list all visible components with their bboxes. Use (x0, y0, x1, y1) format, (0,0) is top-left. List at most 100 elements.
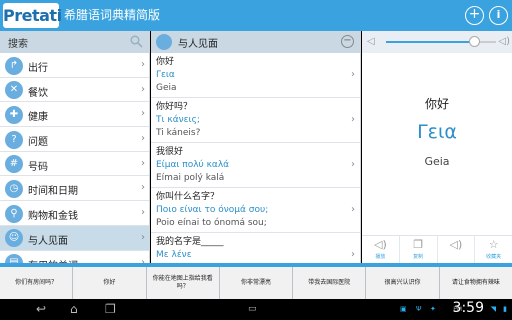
phrase-list-header: 与人见面 − (151, 31, 360, 53)
chevron-right-icon: › (141, 133, 145, 145)
quick-phrase-item[interactable]: 请让食物拥有辣味 (440, 267, 512, 299)
number-icon: # (5, 155, 23, 174)
slow-speaker-icon: ◁) (449, 238, 463, 251)
chevron-right-icon: › (141, 182, 145, 194)
usb-icon: Ψ (416, 305, 422, 313)
sidebar-item[interactable]: # 号码 › (0, 151, 149, 177)
quick-phrase-item[interactable]: 你能在地图上指给我看吗？ (147, 267, 220, 299)
sidebar-item-label: 问题 (28, 137, 48, 149)
quick-phrase-item[interactable]: 你好 (73, 267, 147, 299)
detail-action-label: 播放 (375, 254, 386, 260)
phrase-chinese: 你叫什么名字？ (156, 192, 220, 202)
chevron-right-icon: › (351, 69, 355, 80)
detail-action-button[interactable]: ❐ 复制 (400, 236, 438, 263)
collapse-icon[interactable]: − (341, 35, 354, 48)
phrase-row[interactable]: 你叫什么名字？ Ποιο είναι το όνομά σου; Poio eína… (151, 188, 360, 233)
volume-high-icon: ◁) (498, 36, 510, 47)
recent-apps-icon[interactable]: ❐ (105, 302, 116, 316)
info-circle-icon[interactable]: i (489, 6, 508, 25)
chevron-right-icon: › (141, 231, 145, 243)
chevron-right-icon: › (351, 204, 355, 215)
search-bar[interactable]: 搜索 (0, 31, 149, 53)
speaker-icon: ◁) (373, 238, 387, 251)
book-icon: ▤ (5, 254, 23, 263)
phrase-list: 与人见面 − 你好 Γεια Geia › 你好吗？ Τι κάνεις; Ti kánei… (151, 31, 361, 263)
detail-chinese: 你好 (424, 97, 449, 111)
volume-slider-fill (386, 41, 474, 43)
phrase-greek: Γεια (156, 70, 175, 80)
clock-icon: ◷ (5, 179, 23, 198)
sidebar-item[interactable]: ⚲ 购物和金钱 › (0, 201, 149, 226)
phrase-transliteration: Eímai polý kalá (156, 173, 225, 183)
back-icon[interactable]: ↩ (36, 302, 46, 316)
phrase-transliteration: Geia (156, 83, 177, 93)
search-icon[interactable] (130, 35, 143, 48)
health-icon: ✚ (5, 105, 23, 124)
phrase-chinese: 我很好 (156, 147, 184, 157)
phrase-greek: Ποιο είναι το όνομά σου; (156, 205, 269, 215)
sidebar-item[interactable]: ✚ 健康 › (0, 102, 149, 128)
quick-phrase-item[interactable]: 很高兴认识你 (366, 267, 440, 299)
phrase-row[interactable]: 我很好 Είμαι πολύ καλά Eímai polý kalá › (151, 143, 360, 188)
question-icon: ? (5, 130, 23, 149)
volume-slider[interactable] (386, 36, 496, 47)
chevron-right-icon: › (141, 83, 145, 95)
phrase-row[interactable]: 你好 Γεια Geia › (151, 53, 360, 98)
sidebar-item-label: 号码 (28, 161, 48, 173)
system-nav-bar: ↩ ⌂ ❐ ▭ ▣ Ψ ✦ PM 3:59 ◥ ▮ (0, 299, 512, 320)
battery-icon: ▮ (503, 305, 507, 313)
detail-action-label: 复制 (413, 254, 424, 260)
detail-action-button[interactable]: ☆ 收藏夹 (475, 236, 512, 263)
phrase-detail: ◁ ◁) 你好 Γεια Geia ◁) 播放 ❐ 复制 ◁) ☆ 收藏夹 (362, 31, 512, 263)
chevron-right-icon: › (141, 157, 145, 169)
sidebar-item[interactable]: ✕ 餐饮 › (0, 77, 149, 103)
sidebar-item-label: 与人见面 (28, 235, 68, 247)
copy-icon: ❐ (413, 238, 424, 251)
detail-action-button[interactable]: ◁) (438, 236, 476, 263)
chevron-right-icon: › (141, 59, 145, 70)
quick-phrase-bar: 你们有房间吗？ 你好 你能在地图上指给我看吗？ 你非常漂亮 带我去国际医院 很高兴认识你请… (0, 267, 512, 299)
detail-action-label: 收藏夹 (486, 254, 502, 260)
sidebar-item[interactable]: ◷ 时间和日期 › (0, 176, 149, 202)
chevron-right-icon: › (351, 249, 355, 260)
phrase-row[interactable]: 你好吗？ Τι κάνεις; Ti káneis? › (151, 98, 360, 143)
people-icon: ☺ (5, 229, 23, 248)
sidebar-item-label: 餐饮 (28, 87, 48, 99)
sidebar-item[interactable]: ☺ 与人见面 › (0, 225, 149, 251)
volume-bar: ◁ ◁) (362, 31, 512, 53)
sidebar-item-label: 购物和金钱 (28, 211, 78, 223)
volume-slider-thumb[interactable] (469, 36, 480, 47)
chevron-right-icon: › (351, 159, 355, 170)
phrase-row[interactable]: 我的名字是_____ Με λένε › (151, 233, 360, 263)
clock-time: 3:59 (452, 300, 484, 316)
sidebar-item-label: 出行 (28, 63, 48, 74)
sidebar-item[interactable]: ↱ 出行 › (0, 53, 149, 78)
chevron-right-icon: › (141, 207, 145, 219)
detail-greek: Γεια (417, 121, 457, 143)
search-label: 搜索 (8, 39, 28, 50)
sidebar-item[interactable]: ▤有用的单词› (0, 250, 149, 263)
detail-action-button[interactable]: ◁) 播放 (362, 236, 400, 263)
phrase-greek: Τι κάνεις; (156, 115, 200, 125)
dining-icon: ✕ (5, 81, 23, 100)
star-icon: ☆ (488, 238, 499, 251)
phrase-chinese: 你好 (156, 57, 175, 67)
category-sidebar: 搜索 ↱ 出行 › ✕ 餐饮 › ✚ 健康 ›? 问题 › # 号码 › ◷ 时间和日期 › ⚲ 购物和金钱 › ☺ 与人… (0, 31, 150, 263)
quick-phrase-item[interactable]: 你们有房间吗？ (0, 267, 74, 299)
usb-debug-icon: ✦ (430, 305, 436, 313)
quick-phrase-item[interactable]: 你非常漂亮 (220, 267, 294, 299)
wifi-icon: ◥ (490, 305, 496, 313)
phrase-chinese: 我的名字是_____ (156, 237, 224, 247)
chevron-right-icon: › (351, 114, 355, 125)
app-title: 希腊语词典精简版 (64, 8, 161, 22)
detail-actions: ◁) 播放 ❐ 复制 ◁) ☆ 收藏夹 (362, 235, 512, 263)
phrase-chinese: 你好吗？ (156, 102, 193, 112)
plus-circle-icon[interactable]: + (465, 6, 484, 25)
app-header: Pretati 希腊语词典精简版 + i (0, 0, 512, 31)
quick-phrase-item[interactable]: 带我去国际医院 (293, 267, 367, 299)
volume-low-icon: ◁ (367, 36, 375, 47)
home-icon[interactable]: ⌂ (70, 302, 78, 316)
sidebar-item[interactable]: ? 问题 › (0, 127, 149, 152)
phrase-category-title: 与人见面 (178, 39, 218, 50)
menu-icon[interactable]: ▭ (248, 304, 257, 314)
